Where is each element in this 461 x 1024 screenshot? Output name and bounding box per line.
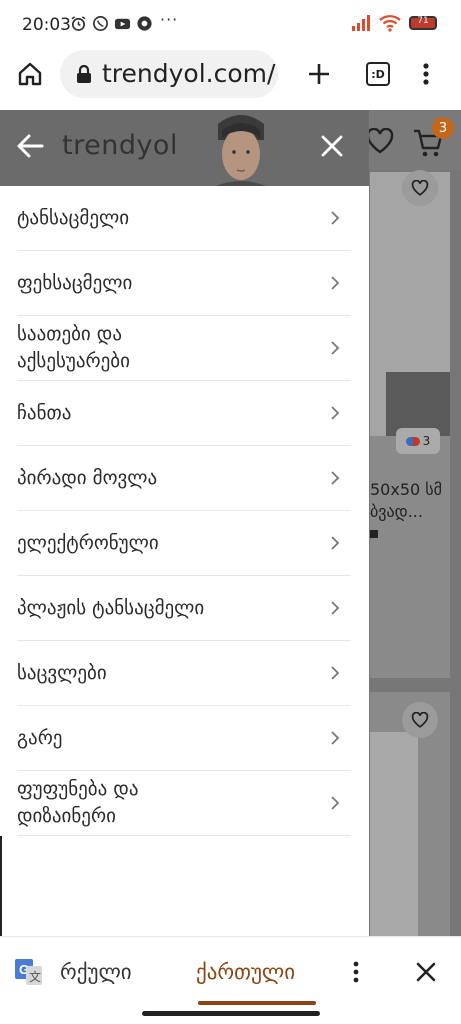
category-label: გარე bbox=[17, 726, 63, 749]
category-label: პლაჟის ტანსაცმელი bbox=[17, 596, 205, 619]
color-dots-icon bbox=[405, 436, 420, 446]
category-item[interactable]: ფუფუნება და დიზაინერი bbox=[17, 771, 351, 836]
drawer-edge bbox=[0, 836, 2, 936]
category-item[interactable]: პლაჟის ტანსაცმელი bbox=[17, 576, 351, 641]
more-vert-icon[interactable] bbox=[352, 961, 360, 983]
tab-count-label: :D bbox=[371, 67, 385, 81]
category-drawer: trendyol ტანსაცმელი ფეხსაცმელი საათები დ… bbox=[0, 110, 369, 936]
wifi-icon bbox=[379, 15, 401, 32]
category-label: ელექტრონული bbox=[17, 531, 159, 554]
home-button[interactable] bbox=[16, 60, 44, 88]
product-title-line1: 50x50 სმ bbox=[370, 480, 442, 499]
address-bar[interactable]: trendyol.com/ bbox=[60, 50, 278, 98]
category-label: პირადი მოვლა bbox=[17, 466, 158, 489]
system-icons: 71 bbox=[351, 14, 437, 32]
source-language-tab[interactable]: რქული bbox=[60, 960, 168, 984]
battery-level: 71 bbox=[417, 16, 429, 26]
lock-icon bbox=[77, 65, 91, 83]
category-label: ჩანთა bbox=[17, 401, 72, 424]
category-item[interactable]: საცვლები bbox=[17, 641, 351, 706]
close-icon[interactable] bbox=[416, 962, 436, 982]
svg-text:文: 文 bbox=[29, 969, 41, 984]
youtube-icon bbox=[114, 18, 131, 30]
category-list: ტანსაცმელი ფეხსაცმელი საათები და აქსესუა… bbox=[17, 186, 351, 836]
product-favorite-button[interactable] bbox=[402, 170, 438, 206]
heart-icon bbox=[411, 180, 429, 196]
product-rating-icon bbox=[370, 530, 378, 538]
home-gesture-handle[interactable] bbox=[142, 1011, 320, 1016]
category-item[interactable]: ელექტრონული bbox=[17, 511, 351, 576]
cart-count-badge: 3 bbox=[432, 117, 454, 139]
more-vert-icon bbox=[423, 63, 429, 85]
selected-language-indicator bbox=[198, 1001, 316, 1005]
status-bar: 20:03 ··· 71 bbox=[0, 0, 461, 48]
trendyol-logo[interactable]: trendyol bbox=[62, 130, 178, 161]
color-count: 3 bbox=[422, 434, 431, 448]
chevron-right-icon bbox=[331, 276, 340, 290]
close-icon[interactable] bbox=[320, 134, 344, 158]
home-icon bbox=[18, 62, 42, 86]
category-label: საათები და აქსესუარები bbox=[17, 323, 130, 372]
category-label: ფეხსაცმელი bbox=[17, 271, 133, 294]
chevron-right-icon bbox=[331, 341, 340, 355]
back-arrow-icon[interactable] bbox=[16, 132, 44, 160]
chrome-icon bbox=[137, 16, 152, 31]
drawer-header: trendyol bbox=[0, 110, 369, 186]
chevron-right-icon bbox=[331, 666, 340, 680]
signal-icon bbox=[352, 15, 370, 31]
product-title-line2: ბვად... bbox=[370, 502, 423, 521]
category-item[interactable]: ფეხსაცმელი bbox=[17, 251, 351, 316]
product-card[interactable] bbox=[370, 172, 450, 678]
chevron-right-icon bbox=[331, 211, 340, 225]
tab-switcher-button[interactable]: :D bbox=[364, 60, 392, 88]
category-label: საცვლები bbox=[17, 661, 107, 684]
target-language-tab[interactable]: ქართული bbox=[196, 960, 295, 984]
favorites-icon[interactable] bbox=[366, 128, 394, 154]
battery-icon: 71 bbox=[409, 16, 437, 30]
gesture-bar bbox=[0, 1008, 461, 1024]
category-item[interactable]: პირადი მოვლა bbox=[17, 446, 351, 511]
new-tab-button[interactable] bbox=[305, 60, 333, 88]
color-variants-chip: 3 bbox=[396, 428, 440, 454]
google-translate-icon: G 文 bbox=[15, 959, 42, 985]
chevron-right-icon bbox=[331, 406, 340, 420]
plus-icon bbox=[309, 64, 329, 84]
category-item[interactable]: ჩანთა bbox=[17, 381, 351, 446]
chevron-right-icon bbox=[331, 731, 340, 745]
category-label: ფუფუნება და დიზაინერი bbox=[17, 778, 139, 827]
category-item[interactable]: საათები და აქსესუარები bbox=[17, 316, 351, 381]
header-banner-image bbox=[210, 110, 272, 186]
tab-count: :D bbox=[366, 62, 390, 86]
url-text: trendyol.com/ bbox=[102, 59, 276, 88]
translate-bar: G 文 რქული ქართული bbox=[0, 936, 461, 1008]
product-image-shelf bbox=[386, 372, 450, 436]
alarm-icon bbox=[71, 16, 86, 31]
chevron-right-icon bbox=[331, 796, 340, 810]
browser-toolbar: trendyol.com/ :D bbox=[0, 48, 461, 108]
status-time: 20:03 bbox=[22, 15, 71, 35]
chevron-right-icon bbox=[331, 536, 340, 550]
heart-icon bbox=[411, 712, 429, 728]
chevron-right-icon bbox=[331, 601, 340, 615]
more-notifications-icon: ··· bbox=[160, 10, 179, 29]
category-item[interactable]: გარე bbox=[17, 706, 351, 771]
product-favorite-button[interactable] bbox=[402, 702, 438, 738]
product-image bbox=[370, 732, 418, 936]
category-item[interactable]: ტანსაცმელი bbox=[17, 186, 351, 251]
browser-menu-button[interactable] bbox=[412, 60, 440, 88]
notification-icons bbox=[70, 15, 153, 32]
viber-icon bbox=[93, 16, 108, 31]
chevron-right-icon bbox=[331, 471, 340, 485]
category-label: ტანსაცმელი bbox=[17, 206, 130, 229]
